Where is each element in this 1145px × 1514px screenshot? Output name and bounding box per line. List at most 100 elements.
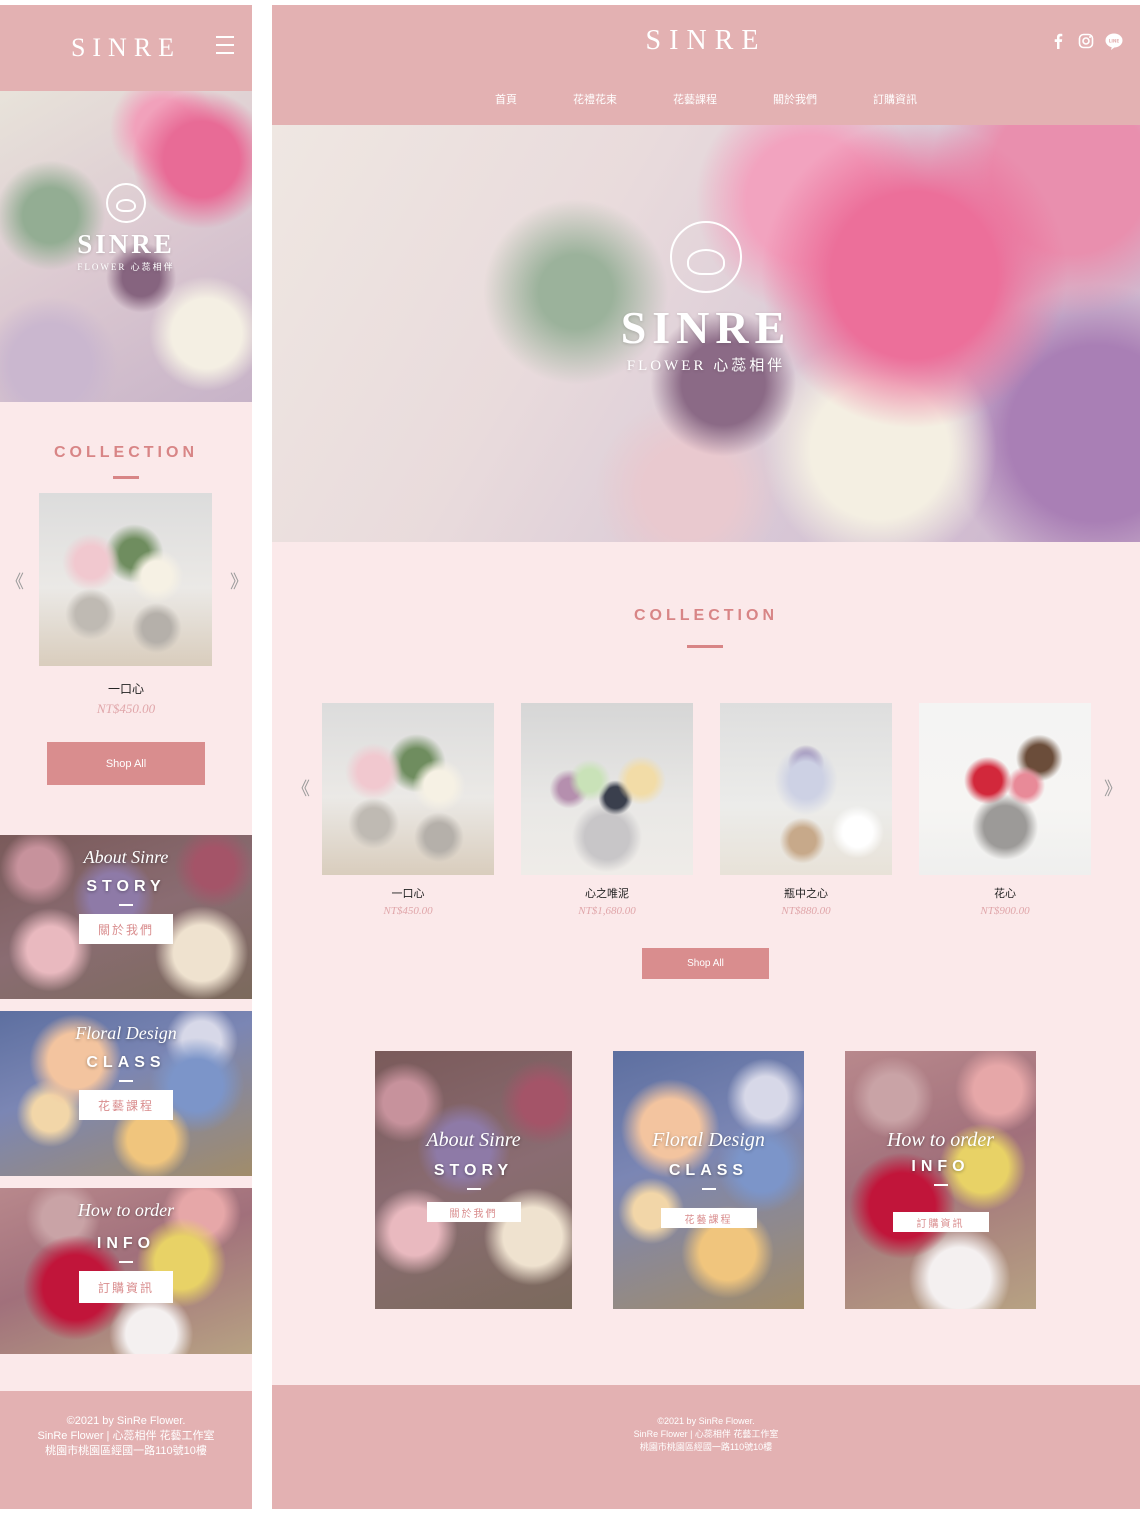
nav-about[interactable]: 關於我們 xyxy=(773,91,817,107)
product-image[interactable] xyxy=(521,703,693,875)
class-button[interactable]: 花藝課程 xyxy=(79,1090,173,1120)
mobile-tile-story[interactable]: About Sinre STORY 關於我們 xyxy=(0,835,252,999)
tile-class-heading: CLASS xyxy=(86,1054,166,1071)
tile-divider xyxy=(119,904,133,906)
product-name[interactable]: 心之唯泥 xyxy=(521,885,693,901)
mobile-hero-subtitle: FLOWER 心蕊相伴 xyxy=(77,262,175,272)
tile-divider xyxy=(701,1188,716,1190)
mobile-tile-info[interactable]: How to order INFO 訂購資訊 xyxy=(0,1188,252,1354)
tile-info-content: How to order INFO 訂購資訊 xyxy=(845,1129,1036,1232)
tile-class-content: Floral Design CLASS 花藝課程 xyxy=(613,1129,804,1228)
mobile-product-name[interactable]: 一口心 xyxy=(0,680,252,697)
tile-story-heading: STORY xyxy=(86,878,166,895)
tile-class-script: Floral Design xyxy=(75,1023,177,1043)
mobile-prev-arrow[interactable]: 《 xyxy=(6,568,24,594)
social-links: LINE xyxy=(1048,31,1124,51)
line-icon[interactable]: LINE xyxy=(1104,31,1124,51)
mobile-hero-title: SINRE xyxy=(77,229,175,259)
tile-story-heading: STORY xyxy=(433,1162,514,1179)
product-card[interactable]: 一口心 NT$450.00 xyxy=(322,703,494,917)
brand-emblem-icon xyxy=(670,221,742,293)
product-name[interactable]: 花心 xyxy=(919,885,1091,901)
mobile-product-image[interactable] xyxy=(39,493,212,666)
desktop-preview: SINRE LINE 首頁 花禮花束 花藝課程 關於我們 訂購資訊 SINRE … xyxy=(272,5,1140,1509)
desktop-collection-title: COLLECTION xyxy=(634,607,778,624)
tile-info-heading: INFO xyxy=(911,1158,970,1175)
desktop-hero-image: SINRE FLOWER 心蕊相伴 xyxy=(272,125,1140,542)
collection-divider xyxy=(687,645,723,648)
footer-studio: SinRe Flower | 心蕊相伴 花藝工作室 xyxy=(633,1429,779,1439)
product-card[interactable]: 心之唯泥 NT$1,680.00 xyxy=(521,703,693,917)
tile-divider xyxy=(119,1261,133,1263)
desktop-hero-title: SINRE xyxy=(620,302,792,353)
mobile-hero-brand: SINRE FLOWER 心蕊相伴 xyxy=(0,183,252,273)
instagram-icon[interactable] xyxy=(1076,31,1096,51)
product-card[interactable]: 瓶中之心 NT$880.00 xyxy=(720,703,892,917)
mobile-shop-all-button[interactable]: Shop All xyxy=(47,742,205,785)
product-name[interactable]: 瓶中之心 xyxy=(720,885,892,901)
order-info-button[interactable]: 訂購資訊 xyxy=(892,1212,989,1232)
nav-classes[interactable]: 花藝課程 xyxy=(673,91,717,107)
mobile-tile-class[interactable]: Floral Design CLASS 花藝課程 xyxy=(0,1011,252,1176)
desktop-logo[interactable]: SINRE xyxy=(272,25,1140,57)
mobile-product-price: NT$450.00 xyxy=(96,701,156,716)
tile-info-script: How to order xyxy=(77,1200,175,1220)
tile-story-content: About Sinre STORY 關於我們 xyxy=(0,847,252,944)
brand-emblem-icon xyxy=(106,183,146,223)
class-button[interactable]: 花藝課程 xyxy=(660,1208,757,1228)
mobile-next-arrow[interactable]: 》 xyxy=(230,568,248,594)
tile-story-script: About Sinre xyxy=(426,1129,521,1151)
product-image[interactable] xyxy=(919,703,1091,875)
desktop-next-arrow[interactable]: 》 xyxy=(1104,775,1122,801)
tile-divider xyxy=(933,1184,948,1186)
about-us-button[interactable]: 關於我們 xyxy=(79,914,173,944)
footer-studio: SinRe Flower | 心蕊相伴 花藝工作室 xyxy=(37,1430,215,1442)
desktop-footer: ©2021 by SinRe Flower. SinRe Flower | 心蕊… xyxy=(272,1385,1140,1509)
product-image[interactable] xyxy=(322,703,494,875)
tile-info-content: How to order INFO 訂購資訊 xyxy=(0,1200,252,1303)
mobile-collection: COLLECTION 《 》 一口心 NT$450.00 Shop All xyxy=(0,402,252,835)
tile-story-content: About Sinre STORY 關於我們 xyxy=(375,1129,572,1222)
mobile-logo[interactable]: SINRE xyxy=(71,33,181,63)
tile-divider xyxy=(119,1080,133,1082)
mobile-hero-image: SINRE FLOWER 心蕊相伴 xyxy=(0,91,252,402)
order-info-button[interactable]: 訂購資訊 xyxy=(79,1271,173,1303)
collection-divider xyxy=(113,476,139,479)
desktop-hero-subtitle: FLOWER 心蕊相伴 xyxy=(626,358,786,374)
hamburger-menu-icon[interactable] xyxy=(216,36,234,54)
desktop-prev-arrow[interactable]: 《 xyxy=(292,775,310,801)
mobile-header: SINRE xyxy=(0,5,252,91)
facebook-icon[interactable] xyxy=(1048,31,1068,51)
nav-home[interactable]: 首頁 xyxy=(495,91,517,107)
footer-copyright: ©2021 by SinRe Flower. xyxy=(657,1416,755,1426)
product-image[interactable] xyxy=(720,703,892,875)
mobile-footer: ©2021 by SinRe Flower. SinRe Flower | 心蕊… xyxy=(0,1391,252,1509)
footer-address: 桃園市桃園區經國一路110號10樓 xyxy=(45,1445,207,1457)
product-price: NT$1,680.00 xyxy=(578,905,636,917)
product-price: NT$900.00 xyxy=(980,905,1030,917)
about-us-button[interactable]: 關於我們 xyxy=(426,1202,521,1222)
tile-divider xyxy=(466,1188,481,1190)
product-name[interactable]: 一口心 xyxy=(322,885,494,901)
desktop-tile-story[interactable]: About Sinre STORY 關於我們 xyxy=(375,1051,572,1309)
desktop-shop-all-button[interactable]: Shop All xyxy=(642,948,769,979)
tile-info-script: How to order xyxy=(886,1129,995,1151)
mobile-preview: SINRE SINRE FLOWER 心蕊相伴 COLLECTION 《 》 一… xyxy=(0,5,252,1509)
product-card[interactable]: 花心 NT$900.00 xyxy=(919,703,1091,917)
desktop-header: SINRE LINE 首頁 花禮花束 花藝課程 關於我們 訂購資訊 xyxy=(272,5,1140,125)
product-price: NT$880.00 xyxy=(781,905,831,917)
desktop-tile-class[interactable]: Floral Design CLASS 花藝課程 xyxy=(613,1051,804,1309)
nav-order-info[interactable]: 訂購資訊 xyxy=(873,91,917,107)
product-price: NT$450.00 xyxy=(383,905,433,917)
line-icon-text: LINE xyxy=(1109,38,1120,43)
desktop-tile-info[interactable]: How to order INFO 訂購資訊 xyxy=(845,1051,1036,1309)
tile-info-heading: INFO xyxy=(96,1235,156,1252)
footer-address: 桃園市桃園區經國一路110號10樓 xyxy=(639,1442,773,1452)
tile-class-content: Floral Design CLASS 花藝課程 xyxy=(0,1023,252,1120)
mobile-collection-title: COLLECTION xyxy=(54,444,198,461)
tile-class-script: Floral Design xyxy=(652,1129,765,1151)
footer-copyright: ©2021 by SinRe Flower. xyxy=(66,1415,186,1427)
tile-story-script: About Sinre xyxy=(83,847,169,867)
nav-bouquets[interactable]: 花禮花束 xyxy=(573,91,617,107)
tile-class-heading: CLASS xyxy=(668,1162,749,1179)
